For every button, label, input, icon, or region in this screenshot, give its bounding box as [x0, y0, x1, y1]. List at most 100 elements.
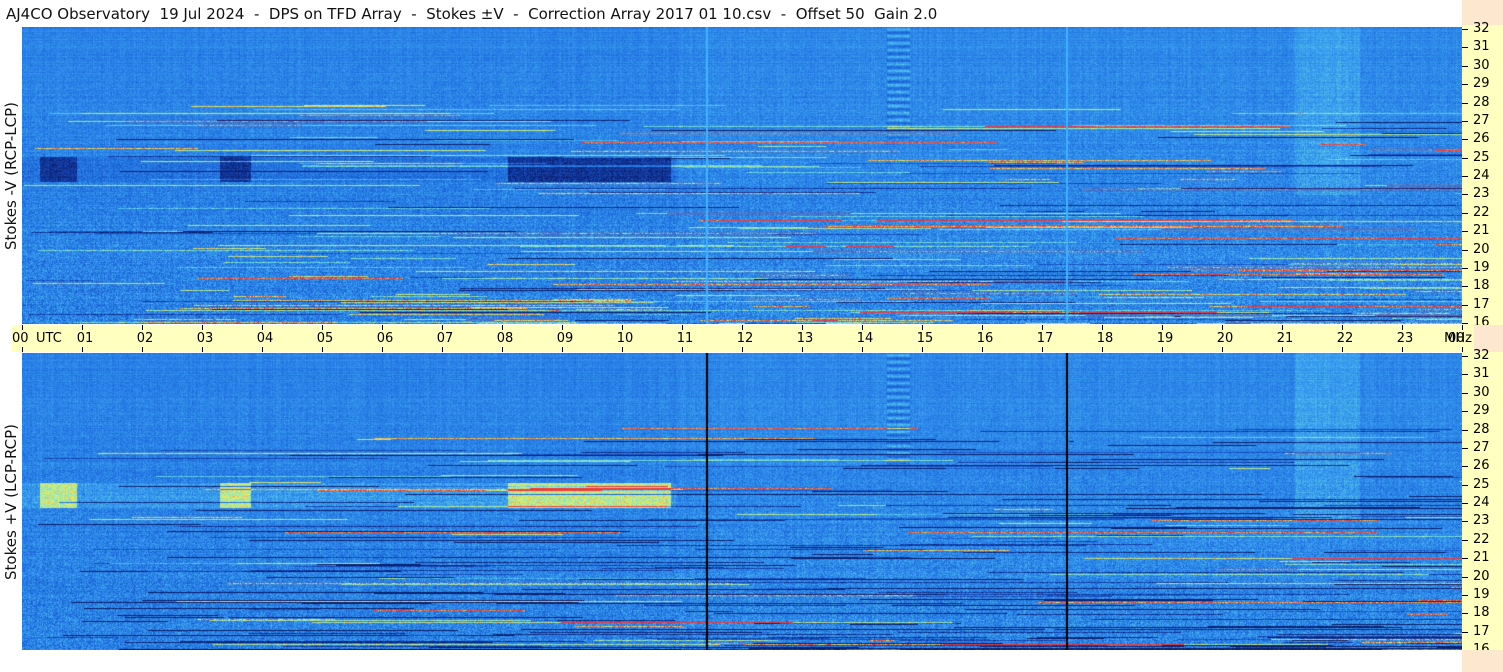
bottom-spectrogram-panel: [22, 353, 1462, 650]
spectrogram-figure: AJ4CO Observatory 19 Jul 2024 - DPS on T…: [0, 0, 1503, 672]
time-tick-label: 06: [376, 331, 394, 346]
figure-title: AJ4CO Observatory 19 Jul 2024 - DPS on T…: [6, 5, 938, 23]
time-tick-bottom: [142, 347, 143, 352]
time-tick-bottom: [622, 347, 623, 352]
time-tick-label: 15: [916, 331, 934, 346]
time-tick-label: 16: [976, 331, 994, 346]
time-tick-top: [82, 325, 83, 330]
top-freq-label: 32: [1473, 21, 1490, 36]
bottom-freq-label: 17: [1473, 623, 1490, 639]
bottom-panel-ylabel: Stokes +V (LCP-RCP): [2, 423, 20, 580]
mhz-label: MHz: [1444, 331, 1472, 346]
top-freq-tick: [1462, 29, 1468, 30]
top-freq-label: 21: [1473, 223, 1490, 239]
utc-label: UTC: [36, 331, 62, 346]
time-tick-label: 23: [1396, 331, 1414, 346]
time-tick-top: [802, 325, 803, 330]
bottom-freq-label: 25: [1473, 476, 1490, 492]
bottom-freq-tick: [1462, 503, 1468, 504]
top-freq-tick: [1462, 231, 1468, 233]
time-tick-bottom: [502, 347, 503, 352]
bottom-freq-label: 22: [1473, 531, 1490, 547]
time-tick-bottom: [1342, 347, 1343, 352]
bottom-freq-label: 18: [1473, 605, 1490, 621]
bottom-panel-ylabel-container: Stokes +V (LCP-RCP): [0, 353, 22, 650]
time-tick-top: [1222, 325, 1223, 330]
time-tick-top: [1102, 325, 1103, 330]
top-freq-label: 25: [1473, 149, 1490, 165]
time-tick-top: [862, 325, 863, 330]
time-tick-label: 03: [196, 331, 214, 346]
top-freq-label: 22: [1473, 204, 1490, 220]
time-tick-label: 17: [1036, 331, 1054, 346]
time-tick-top: [922, 325, 923, 330]
top-freq-tick: [1462, 323, 1468, 324]
time-tick-bottom: [1402, 347, 1403, 352]
bottom-freq-label: 30: [1473, 384, 1490, 400]
time-tick-top: [1462, 325, 1463, 330]
top-freq-tick: [1462, 120, 1468, 122]
top-freq-label: 20: [1473, 241, 1490, 257]
time-tick-top: [382, 325, 383, 330]
bottom-freq-tick: [1462, 576, 1468, 578]
top-freq-tick: [1462, 249, 1468, 251]
bottom-freq-tick: [1462, 594, 1468, 596]
time-tick-label: 01: [76, 331, 94, 346]
time-tick-bottom: [1282, 347, 1283, 352]
bottom-freq-label: 26: [1473, 458, 1490, 474]
top-freq-label: 30: [1473, 57, 1490, 73]
time-tick-top: [1282, 325, 1283, 330]
time-tick-bottom: [442, 347, 443, 352]
time-tick-label: 19: [1156, 331, 1174, 346]
time-tick-label: 08: [496, 331, 514, 346]
top-freq-tick: [1462, 194, 1468, 196]
time-tick-label: 21: [1276, 331, 1294, 346]
time-axis: 00 01 02 03 04 05 06 07 08 09 10 11 12 13 14 15 16 17 18 19…: [12, 325, 1474, 352]
bottom-freq-tick: [1462, 521, 1468, 523]
time-tick-top: [202, 325, 203, 330]
bottom-freq-label: 27: [1473, 439, 1490, 455]
time-tick-top: [142, 325, 143, 330]
time-tick-label: 04: [256, 331, 274, 346]
time-tick-top: [322, 325, 323, 330]
time-tick-top: [442, 325, 443, 330]
top-freq-tick: [1462, 47, 1468, 49]
time-tick-top: [622, 325, 623, 330]
time-tick-label: 10: [616, 331, 634, 346]
time-tick-bottom: [1102, 347, 1103, 352]
time-tick-label: 02: [136, 331, 154, 346]
bottom-spectrogram-heatmap: [22, 353, 1462, 650]
bottom-freq-label: 19: [1473, 586, 1490, 602]
time-tick-bottom: [262, 347, 263, 352]
time-tick-label: 12: [736, 331, 754, 346]
time-tick-top: [562, 325, 563, 330]
top-freq-tick: [1462, 176, 1468, 177]
bottom-freq-tick: [1462, 392, 1468, 394]
bottom-freq-label: 32: [1473, 348, 1490, 363]
time-tick-bottom: [742, 347, 743, 352]
top-freq-tick: [1462, 267, 1468, 269]
time-tick-label: 22: [1336, 331, 1354, 346]
top-freq-tick: [1462, 212, 1468, 214]
top-freq-tick: [1462, 102, 1468, 104]
top-panel-ylabel-container: Stokes -V (RCP-LCP): [0, 27, 22, 324]
top-frequency-axis: 32 31 30 29 28 27 26 25 24 23 22 21 20 19 18 17 16: [1462, 21, 1503, 330]
time-tick-top: [502, 325, 503, 330]
bottom-freq-tick: [1462, 411, 1468, 413]
bottom-freq-tick: [1462, 539, 1468, 541]
time-tick-label: 05: [316, 331, 334, 346]
top-freq-tick: [1462, 157, 1468, 159]
bottom-freq-tick: [1462, 466, 1468, 468]
top-freq-tick: [1462, 139, 1468, 141]
bottom-freq-tick: [1462, 558, 1468, 560]
time-tick-bottom: [922, 347, 923, 352]
time-tick-label: 13: [796, 331, 814, 346]
top-freq-label: 23: [1473, 186, 1490, 202]
right-strip-bottom: [1462, 650, 1503, 672]
time-tick-bottom: [682, 347, 683, 352]
time-tick-bottom: [982, 347, 983, 352]
bottom-freq-label: 29: [1473, 403, 1490, 419]
bottom-freq-tick: [1462, 356, 1468, 357]
time-tick-bottom: [1222, 347, 1223, 352]
time-tick-top: [1342, 325, 1343, 330]
